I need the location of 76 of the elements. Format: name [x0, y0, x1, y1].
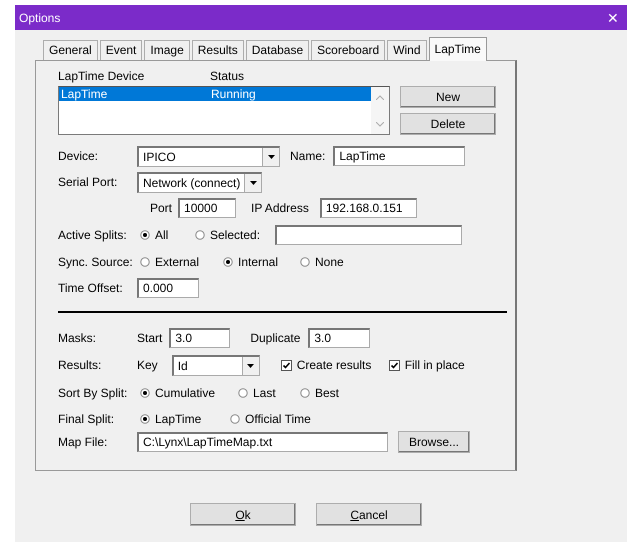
field-label: Active Splits:: [58, 227, 128, 244]
input-field[interactable]: LapTime: [333, 146, 466, 166]
tab[interactable]: General: [43, 40, 98, 60]
radio-button[interactable]: [140, 388, 150, 398]
input-field[interactable]: 0.000: [137, 278, 199, 298]
radio-button[interactable]: [300, 388, 310, 398]
dialog-button[interactable]: Cancel: [316, 503, 422, 526]
dropdown[interactable]: Id: [172, 354, 260, 376]
field-label: Serial Port:: [58, 174, 118, 191]
column-header: Status: [210, 68, 244, 84]
caret-icon: [250, 180, 256, 184]
input-field[interactable]: 3.0: [169, 328, 230, 348]
field-label: Name:: [290, 148, 326, 165]
option-label: None: [315, 254, 344, 271]
radio-button[interactable]: [140, 230, 150, 240]
device-list[interactable]: LapTime Running: [58, 86, 390, 135]
caret-icon: [247, 364, 254, 368]
field-label: IP Address: [251, 200, 309, 217]
dropdown[interactable]: Network (connect): [137, 172, 262, 192]
tab[interactable]: Wind: [387, 40, 427, 60]
option-label: All: [155, 227, 168, 244]
list-button[interactable]: Delete: [400, 113, 496, 135]
tab[interactable]: Results: [192, 40, 244, 60]
field-label: Start: [137, 330, 162, 347]
checkbox-label: Fill in place: [404, 357, 465, 374]
tab[interactable]: Database: [246, 40, 310, 60]
option-label: Internal: [238, 254, 278, 271]
radio-button[interactable]: [238, 388, 248, 398]
close-button[interactable]: ✕: [607, 10, 619, 24]
window-title: Options: [19, 10, 60, 26]
checkbox-label: Create results: [296, 357, 372, 374]
scroll-down-icon[interactable]: [376, 122, 384, 127]
field-label: Masks:: [58, 330, 98, 347]
input-field[interactable]: 192.168.0.151: [320, 198, 417, 218]
radio-button[interactable]: [300, 257, 310, 267]
field-label: Key: [137, 357, 158, 374]
caret-icon: [268, 154, 274, 158]
scroll-up-icon[interactable]: [376, 95, 384, 100]
input-field[interactable]: C:\Lynx\LapTimeMap.txt: [137, 432, 388, 452]
option-label: Best: [315, 385, 340, 402]
field-label: Final Split:: [58, 411, 116, 428]
option-label: External: [155, 254, 200, 271]
tab[interactable]: Scoreboard: [311, 40, 386, 60]
field-label: Sort By Split:: [58, 385, 128, 402]
browse-button[interactable]: Browse...: [398, 431, 470, 453]
checkbox[interactable]: [280, 360, 292, 370]
input-field[interactable]: 3.0: [308, 328, 370, 348]
option-label: Last: [253, 385, 276, 402]
option-label: Selected:: [210, 227, 260, 244]
radio-button[interactable]: [140, 414, 150, 424]
list-row[interactable]: LapTime Running: [59, 87, 371, 101]
list-button[interactable]: New: [400, 86, 496, 108]
tab[interactable]: LapTime: [428, 37, 487, 61]
radio-button[interactable]: [140, 257, 150, 267]
field-label: Duplicate: [250, 330, 300, 347]
field-label: Map File:: [58, 434, 108, 451]
option-label: Cumulative: [155, 385, 216, 402]
checkbox[interactable]: [388, 360, 400, 370]
input-field[interactable]: 10000: [178, 198, 236, 218]
field-label: Sync. Source:: [58, 254, 134, 271]
field-label: Results:: [58, 357, 102, 374]
dialog-button[interactable]: Ok: [190, 503, 296, 526]
tab[interactable]: Event: [100, 40, 142, 60]
field-label: Time Offset:: [58, 280, 124, 297]
radio-button[interactable]: [195, 230, 205, 240]
scrollbar[interactable]: [371, 87, 389, 134]
dropdown[interactable]: IPICO: [137, 146, 280, 166]
field-label: Device:: [58, 148, 100, 165]
option-label: Official Time: [245, 411, 311, 428]
text-field[interactable]: [275, 225, 462, 245]
radio-button[interactable]: [223, 257, 233, 267]
option-label: LapTime: [155, 411, 202, 428]
radio-button[interactable]: [230, 414, 240, 424]
column-header: LapTime Device: [58, 68, 146, 84]
tab[interactable]: Image: [144, 40, 190, 60]
field-label: Port: [150, 200, 172, 217]
